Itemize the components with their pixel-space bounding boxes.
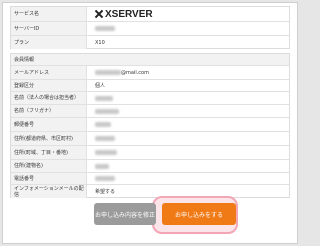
row-label: プラン (11, 36, 87, 49)
plan-value: X10 (95, 39, 105, 46)
table-row: 住所(建物名) (11, 160, 289, 173)
table-row: メールアドレス @mail.com (11, 66, 289, 80)
blurred-text (95, 95, 113, 101)
table-row: インフォメーションメールの配信 希望する (11, 185, 289, 198)
service-name-value: XSERVER (95, 7, 289, 21)
server-id-value (95, 22, 289, 35)
row-label: 名前（フリガナ） (11, 105, 87, 117)
row-label: 住所(建物名) (11, 160, 87, 172)
name-value (95, 92, 289, 104)
table-row: 登録区分 個人 (11, 80, 289, 92)
row-label: サービス名 (11, 7, 87, 21)
table-row: 名前（フリガナ） (11, 105, 289, 118)
blurred-text (95, 70, 121, 75)
address-street-value (95, 146, 289, 159)
phone-value (95, 173, 289, 184)
row-label: 電話番号 (11, 173, 87, 184)
table-row: サービス名 XSERVER (11, 7, 289, 22)
blurred-text (95, 122, 111, 127)
row-label: 名前（法人の場合は担当者） (11, 92, 87, 104)
row-label: インフォメーションメールの配信 (11, 185, 87, 198)
xserver-logo: XSERVER (95, 9, 153, 20)
row-label: 登録区分 (11, 80, 87, 91)
row-label: 住所(都道府県、市区町村) (11, 132, 87, 145)
row-label: 郵便番号 (11, 118, 87, 131)
email-value: @mail.com (95, 66, 289, 79)
blurred-text (95, 26, 115, 31)
blurred-text (95, 163, 109, 169)
table-row: プラン X10 (11, 36, 289, 49)
row-label: メールアドレス (11, 66, 87, 79)
table-row: 名前（法人の場合は担当者） (11, 92, 289, 105)
blurred-text (95, 136, 115, 141)
table-row: 住所(町域、丁目・番地) (11, 146, 289, 160)
section-heading: 会員情報 (11, 54, 289, 66)
service-info-table: サービス名 XSERVER サーバーID プラン X10 (10, 6, 290, 49)
member-info-table: 会員情報 メールアドレス @mail.com 登録区分 個人 名前（法人の場合は… (10, 53, 290, 198)
edit-application-button[interactable]: お申し込み内容を修正 (94, 203, 156, 225)
table-row: 郵便番号 (11, 118, 289, 132)
address-building-value (95, 160, 289, 172)
x-mark-icon (95, 10, 103, 18)
address-city-value (95, 132, 289, 145)
row-label: 住所(町域、丁目・番地) (11, 146, 87, 159)
blurred-text (95, 150, 117, 155)
blurred-text (95, 176, 115, 181)
table-row: サーバーID (11, 22, 289, 36)
blurred-text (95, 108, 119, 114)
submit-application-button[interactable]: お申し込みをする (162, 203, 236, 225)
row-label: サーバーID (11, 22, 87, 35)
table-row: 住所(都道府県、市区町村) (11, 132, 289, 146)
name-kana-value (95, 105, 289, 117)
registration-type-value: 個人 (95, 83, 106, 89)
postal-code-value (95, 118, 289, 131)
table-row: 電話番号 (11, 173, 289, 185)
